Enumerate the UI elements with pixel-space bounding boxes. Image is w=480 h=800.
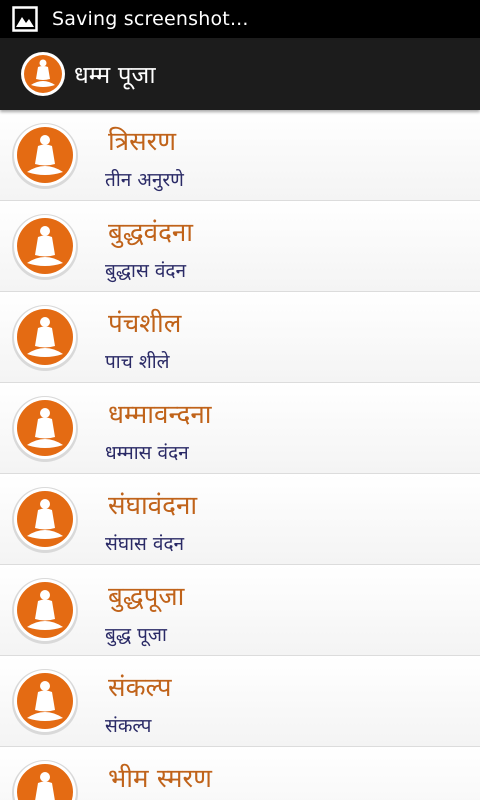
buddha-icon	[12, 305, 78, 371]
item-subtitle: संकल्प	[105, 715, 152, 737]
buddha-icon	[12, 760, 78, 800]
status-bar: Saving screenshot...	[0, 0, 480, 38]
list-item[interactable]: पंचशील पाच शीले	[0, 292, 480, 383]
item-title: पंचशील	[108, 309, 182, 339]
list-item[interactable]: बुद्धपूजा बुद्ध पूजा	[0, 565, 480, 656]
status-text: Saving screenshot...	[52, 8, 249, 30]
list-item[interactable]: संकल्प संकल्प	[0, 656, 480, 747]
prayer-list: त्रिसरण तीन अनुरणे बुद्धवंदना बुद्धास वं…	[0, 110, 480, 800]
action-bar: धम्म पूजा	[0, 38, 480, 110]
item-subtitle: बुद्धास वंदन	[105, 260, 187, 282]
item-subtitle: बुद्ध पूजा	[105, 624, 167, 646]
buddha-icon	[12, 214, 78, 280]
buddha-icon	[12, 487, 78, 553]
buddha-icon	[12, 396, 78, 462]
buddha-icon[interactable]	[20, 51, 66, 97]
item-subtitle: धम्मास वंदन	[105, 442, 189, 464]
list-item[interactable]: धम्मावन्दना धम्मास वंदन	[0, 383, 480, 474]
item-subtitle: संघास वंदन	[105, 533, 185, 555]
list-item[interactable]: त्रिसरण तीन अनुरणे	[0, 110, 480, 201]
item-title: संकल्प	[108, 673, 172, 703]
item-title: भीम स्मरण	[108, 764, 212, 794]
buddha-icon	[12, 669, 78, 735]
list-item[interactable]: भीम स्मरण	[0, 747, 480, 800]
list-item[interactable]: संघावंदना संघास वंदन	[0, 474, 480, 565]
item-title: त्रिसरण	[108, 127, 177, 157]
buddha-icon	[12, 123, 78, 189]
item-subtitle: पाच शीले	[105, 351, 170, 373]
item-title: संघावंदना	[108, 491, 198, 521]
item-title: बुद्धवंदना	[108, 218, 194, 248]
item-title: धम्मावन्दना	[108, 400, 212, 430]
buddha-icon	[12, 578, 78, 644]
image-icon	[12, 6, 38, 32]
item-title: बुद्धपूजा	[108, 582, 185, 612]
item-subtitle: तीन अनुरणे	[105, 169, 184, 191]
list-item[interactable]: बुद्धवंदना बुद्धास वंदन	[0, 201, 480, 292]
page-title: धम्म पूजा	[74, 60, 156, 89]
